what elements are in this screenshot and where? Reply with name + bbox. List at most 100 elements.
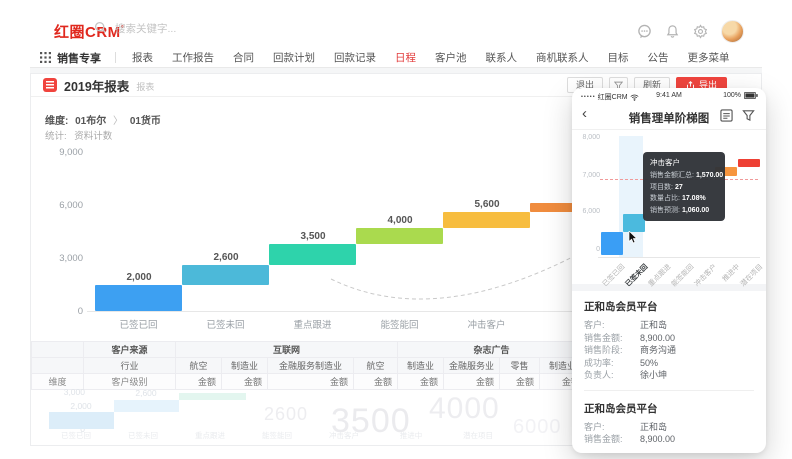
- main-navbar: 销售专享 报表 工作报告 合同 回款计划 回款记录 日程 客户池 联系人 商机联系人 目标 公告 更多…: [30, 48, 762, 68]
- nav-item-8[interactable]: 商机联系人: [536, 50, 589, 65]
- nav-item-7[interactable]: 联系人: [486, 50, 518, 65]
- phone-y-tick: 6,000: [574, 208, 600, 215]
- nav-item-11[interactable]: 更多菜单: [688, 50, 730, 65]
- deal-list-item[interactable]: 正和岛会员平台客户:正和岛销售金额:8,900.00销售阶段:商务沟通成功率:5…: [572, 291, 766, 388]
- deal-field-label: 客户:: [584, 421, 640, 434]
- deal-title: 正和岛会员平台: [584, 299, 754, 314]
- tooltip-row: 销售预测:1,060.00: [650, 205, 718, 217]
- table-cell: [32, 342, 84, 358]
- tooltip-row: 项目数:27: [650, 182, 718, 194]
- table-cell: 航空: [354, 358, 398, 374]
- phone-y-tick: 8,000: [574, 134, 600, 141]
- nav-sales-exclusive[interactable]: 销售专享: [57, 50, 101, 66]
- deal-field-value: 徐小坤: [640, 369, 667, 382]
- waterfall-bar[interactable]: [182, 265, 269, 286]
- tooltip-value: 27: [675, 184, 683, 191]
- phone-waterfall-bar[interactable]: [601, 232, 623, 255]
- deal-field-row: 负责人:徐小坤: [584, 369, 754, 382]
- table-cell: 金额: [500, 374, 540, 390]
- nav-items: 报表 工作报告 合同 回款计划 回款记录 日程 客户池 联系人 商机联系人 目标 公告 更多菜单: [132, 50, 749, 65]
- table-cell: 金额: [444, 374, 500, 390]
- nav-item-3[interactable]: 回款计划: [273, 50, 315, 65]
- deal-field-row: 成功率:50%: [584, 357, 754, 370]
- table-cell: [32, 358, 84, 374]
- deal-field-label: 成功率:: [584, 357, 640, 370]
- deal-field-row: 销售金额:8,900.00: [584, 332, 754, 345]
- bar-value-label: 2,000: [95, 272, 183, 283]
- waterfall-bar[interactable]: [269, 244, 356, 264]
- global-search-input[interactable]: 搜索关键字...: [94, 21, 176, 36]
- tooltip-row: 数量占比:17.08%: [650, 193, 718, 205]
- nav-item-0[interactable]: 报表: [132, 50, 153, 65]
- y-axis-tick: 9,000: [39, 147, 83, 158]
- bar-value-label: 2,600: [182, 252, 270, 263]
- mouse-cursor-icon: [628, 231, 638, 244]
- nav-item-9[interactable]: 目标: [608, 50, 629, 65]
- deal-title: 正和岛会员平台: [584, 401, 754, 416]
- x-axis-line: [87, 311, 593, 312]
- bar-value-label: 4,000: [356, 215, 444, 226]
- search-placeholder: 搜索关键字...: [115, 21, 176, 36]
- table-cell: 金融服务制造业: [268, 358, 354, 374]
- y-axis-tick: 3,000: [39, 253, 83, 264]
- deal-field-row: 销售阶段:商务沟通: [584, 344, 754, 357]
- deal-list-item[interactable]: 正和岛会员平台客户:正和岛销售金额:8,900.00: [572, 393, 766, 452]
- table-cell: 金额: [176, 374, 222, 390]
- bar-value-label: 5,600: [443, 199, 531, 210]
- tooltip-value: 1,570.00: [696, 172, 723, 179]
- notifications-bell-icon[interactable]: [665, 24, 680, 39]
- messages-icon[interactable]: [637, 24, 652, 39]
- user-avatar[interactable]: [721, 20, 744, 43]
- x-axis-category: 已签已回: [104, 317, 174, 331]
- nav-item-4[interactable]: 回款记录: [334, 50, 376, 65]
- tooltip-row: 销售金额汇总:1,570.00: [650, 170, 718, 182]
- table-cell: 行业: [84, 358, 176, 374]
- phone-axis-line: [598, 257, 760, 258]
- table-cell: 制造业: [222, 358, 268, 374]
- waterfall-bar[interactable]: [356, 228, 443, 244]
- mobile-preview-card: ••••• 红圈CRM 9:41 AM 100% ‹ 销售理单阶梯图 正和岛会员…: [572, 88, 766, 453]
- phone-waterfall-bar[interactable]: [738, 159, 760, 167]
- nav-item-2[interactable]: 合同: [233, 50, 254, 65]
- table-cell: 客户来源: [84, 342, 176, 358]
- table-cell: 杂志广告: [398, 342, 586, 358]
- table-cell: 零售: [500, 358, 540, 374]
- search-icon: [94, 21, 109, 36]
- table-cell: 金额: [268, 374, 354, 390]
- x-axis-category: 已签未回: [191, 317, 261, 331]
- waterfall-bar[interactable]: [443, 212, 530, 228]
- phone-y-tick: 7,000: [574, 172, 600, 179]
- table-cell: 航空: [176, 358, 222, 374]
- phone-deal-list: 正和岛会员平台客户:正和岛销售金额:8,900.00销售阶段:商务沟通成功率:5…: [572, 291, 766, 452]
- settings-gear-icon[interactable]: [693, 24, 708, 39]
- apps-grid-icon[interactable]: [40, 52, 51, 63]
- tooltip-value: 1,060.00: [682, 207, 709, 214]
- phone-y-tick: 0: [574, 246, 600, 253]
- topbar: 红圈CRM° 搜索关键字...: [30, 12, 762, 49]
- deal-field-value: 50%: [640, 357, 658, 370]
- table-cell: 金额: [222, 374, 268, 390]
- deal-field-label: 负责人:: [584, 369, 640, 382]
- y-axis-tick: 0: [39, 306, 83, 317]
- screenshot-stage: 红圈CRM° 搜索关键字... 销售专享 报表工作报告合同回款计划回款: [0, 0, 792, 459]
- table-cell: 金额: [398, 374, 444, 390]
- deal-field-value: 8,900.00: [640, 332, 675, 345]
- nav-item-6[interactable]: 客户池: [435, 50, 467, 65]
- deal-field-value: 商务沟通: [640, 344, 676, 357]
- deal-field-label: 客户:: [584, 319, 640, 332]
- tooltip-value: 17.08%: [682, 195, 706, 202]
- chart-tooltip: 冲击客户销售金额汇总:1,570.00项目数:27数量占比:17.08%销售预测…: [643, 152, 725, 221]
- nav-item-1[interactable]: 工作报告: [172, 50, 214, 65]
- table-cell: 制造业: [398, 358, 444, 374]
- deal-field-row: 客户:正和岛: [584, 319, 754, 332]
- deal-field-value: 正和岛: [640, 319, 667, 332]
- nav-item-5[interactable]: 日程: [395, 50, 416, 65]
- deal-field-label: 销售金额:: [584, 332, 640, 345]
- nav-divider: [115, 52, 116, 63]
- table-cell: 维度: [32, 374, 84, 390]
- x-axis-category: 能签能回: [365, 317, 435, 331]
- bar-value-label: 3,500: [269, 231, 357, 242]
- waterfall-bar[interactable]: [95, 285, 182, 311]
- phone-chart-layer: 8,0007,0006,0000已签已回已签未回重点跟进能签能回冲击客户推进中潜…: [572, 88, 766, 291]
- nav-item-10[interactable]: 公告: [648, 50, 669, 65]
